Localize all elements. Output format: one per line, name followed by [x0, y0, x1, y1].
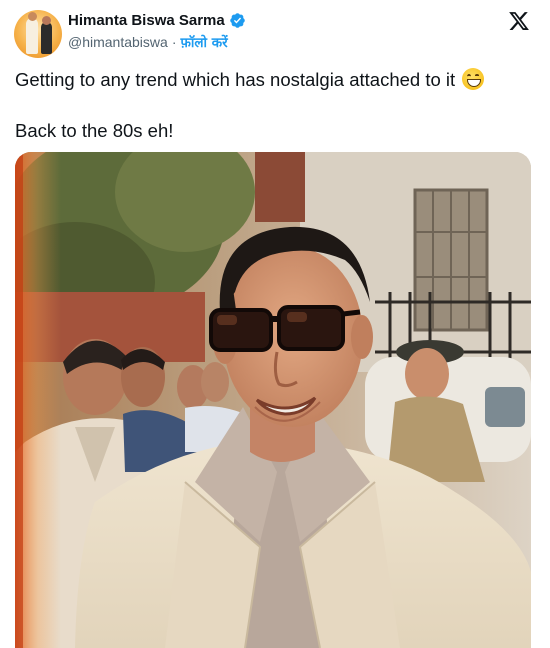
- tweet-text: Getting to any trend which has nostalgia…: [15, 66, 535, 145]
- follow-button[interactable]: फ़ॉलो करें: [180, 33, 227, 51]
- tweet-card: Himanta Biswa Sarma @himantabiswa · फ़ॉल…: [0, 0, 550, 648]
- grinning-emoji-icon: [462, 68, 485, 90]
- author-display-name[interactable]: Himanta Biswa Sarma: [68, 12, 225, 29]
- tweet-paragraph: Back to the 80s eh!: [15, 120, 174, 141]
- author-handle[interactable]: @himantabiswa: [68, 34, 168, 50]
- tweet-line-1: Getting to any trend which has nostalgia…: [15, 69, 456, 90]
- photo-illustration: [15, 152, 531, 648]
- verified-badge-icon: [229, 13, 245, 28]
- author-name-row: Himanta Biswa Sarma: [68, 12, 246, 29]
- author-handle-row: @himantabiswa · फ़ॉलो करें: [68, 33, 228, 51]
- profile-avatar[interactable]: [14, 10, 62, 58]
- tweet-photo[interactable]: [15, 152, 531, 648]
- x-logo-icon[interactable]: [508, 10, 530, 32]
- avatar-figure: [26, 12, 38, 54]
- separator-dot: ·: [171, 34, 177, 50]
- avatar-figure: [41, 16, 52, 54]
- tweet-paragraph: Getting to any trend which has nostalgia…: [15, 66, 535, 94]
